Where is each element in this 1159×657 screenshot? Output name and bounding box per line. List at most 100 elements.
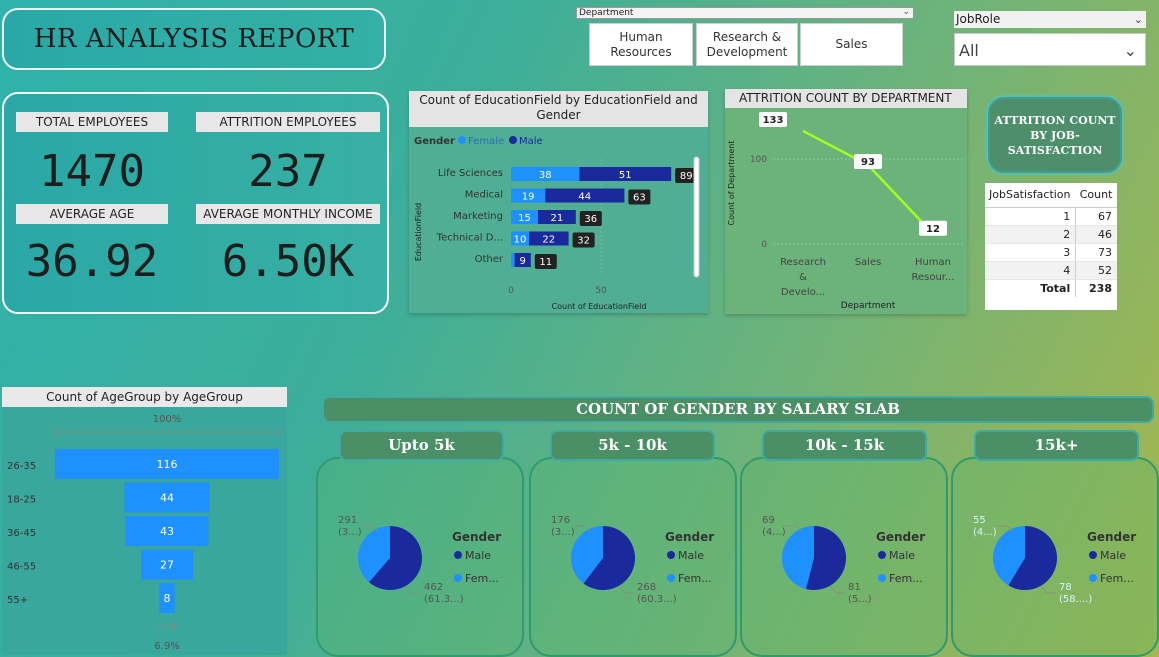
salary-pie-chart: 69(4...) 81(5...) Gender Male Fem... [762, 515, 925, 605]
legend-title: Gender [1087, 530, 1136, 544]
female-count-label: 291 [338, 515, 357, 526]
age-chart-plot: 100% 26-35 116 18-25 44 36-45 43 46-55 27 55+ 8 6.9… [7, 414, 280, 652]
table-total-value: 238 [1075, 278, 1117, 297]
table-cell: 73 [1075, 243, 1117, 262]
table-row: 4 52 [985, 261, 1117, 280]
attrition-employees-value: 237 [248, 146, 328, 197]
job-satisfaction-table: JobSatisfaction Count 1 67 2 46 3 73 4 52 To… [985, 183, 1117, 310]
data-label: 44 [578, 192, 591, 203]
department-option-rnd[interactable]: Research & Development [696, 23, 798, 66]
bottom-percent: 6.9% [154, 641, 179, 652]
legend-female: Fem... [678, 572, 712, 585]
data-label: 10 [514, 235, 527, 246]
attrition-employees-label: ATTRITION EMPLOYEES [196, 112, 380, 132]
total-label: 36 [584, 214, 597, 225]
kpi-card: TOTAL EMPLOYEES 1470 ATTRITION EMPLOYEES… [2, 92, 389, 314]
legend-male: Male [1100, 549, 1126, 562]
table-cell: 67 [1075, 207, 1117, 226]
legend-male: Male [519, 136, 543, 147]
salary-slab-tab[interactable]: 10k - 15k [762, 430, 927, 461]
male-count-label: 81 [848, 582, 861, 593]
funnel-value: 27 [160, 559, 174, 572]
legend-male-swatch [667, 551, 675, 559]
legend-female-swatch [1089, 574, 1097, 582]
y-tick: 100 [750, 155, 767, 165]
female-count-label: 176 [551, 515, 570, 526]
category-label: Other [475, 254, 504, 265]
x-tick: & [799, 272, 807, 283]
x-axis-label: Department [841, 301, 896, 311]
x-tick: 50 [595, 286, 607, 296]
chevron-down-icon[interactable]: ⌄ [1134, 11, 1143, 28]
salary-slab-card: 69 (4...) 81 (5...) Gender Male Fem... [740, 457, 948, 657]
legend-male-swatch [1089, 551, 1097, 559]
data-label: 21 [551, 213, 564, 224]
series-line [802, 129, 934, 235]
age-chart-title: Count of AgeGroup by AgeGroup [2, 387, 287, 407]
table-cell: 52 [1075, 261, 1117, 280]
scrollbar [693, 156, 700, 278]
x-tick: Research [780, 257, 826, 268]
chevron-down-icon[interactable]: ⌄ [902, 7, 910, 17]
male-count-label: 462 [424, 582, 443, 593]
table-total-label: Total [985, 278, 1077, 297]
department-slicer-header[interactable]: Department ⌄ [576, 7, 914, 19]
male-count-label: 78 [1059, 582, 1072, 593]
col-jobsatisfaction: JobSatisfaction [985, 183, 1076, 208]
x-tick: Resour... [911, 272, 954, 283]
department-option-hr[interactable]: Human Resources [589, 23, 693, 66]
salary-slab-tab[interactable]: 15k+ [974, 430, 1139, 461]
male-pct-label: (60.3...) [637, 594, 677, 605]
funnel-value: 44 [160, 492, 174, 505]
education-chart-plot: Gender Female Male EducationField Life Scien… [414, 136, 700, 311]
category-label: Life Sciences [438, 168, 503, 179]
total-label: 11 [539, 257, 552, 268]
job-satisfaction-button[interactable]: ATTRITION COUNT BY JOB-SATISFACTION [988, 97, 1122, 173]
legend-female: Female [468, 136, 504, 147]
attrition-by-department-chart[interactable]: ATTRITION COUNT BY DEPARTMENT Count of D… [725, 89, 967, 314]
education-chart-title: Count of EducationField by EducationFiel… [409, 91, 708, 127]
data-label: 51 [619, 170, 632, 181]
funnel-category: 55+ [7, 595, 28, 606]
jobrole-slicer-label: JobRole [956, 12, 1001, 26]
funnel-category: 18-25 [7, 495, 36, 506]
legend-male: Male [465, 549, 491, 562]
table-row: 2 46 [985, 225, 1117, 244]
total-employees-value: 1470 [39, 146, 145, 197]
leader-line [829, 585, 844, 594]
female-pct-label: (3...) [338, 527, 362, 538]
data-label: 38 [539, 170, 552, 181]
table-row: 1 67 [985, 207, 1117, 226]
chevron-down-icon[interactable]: ⌄ [1124, 34, 1137, 67]
jobrole-dropdown[interactable]: All ⌄ [954, 33, 1146, 66]
x-tick: 0 [508, 286, 514, 296]
salary-slab-tab[interactable]: Upto 5k [339, 430, 504, 461]
attrition-dept-title: ATTRITION COUNT BY DEPARTMENT [725, 89, 967, 108]
department-option-sales[interactable]: Sales [800, 23, 903, 66]
education-field-chart[interactable]: Count of EducationField by EducationFiel… [409, 91, 708, 313]
x-tick: Develo... [781, 287, 825, 298]
col-count: Count [1075, 183, 1117, 208]
average-income-label: AVERAGE MONTHLY INCOME [196, 204, 380, 224]
total-label: 32 [577, 236, 590, 247]
male-pct-label: (58....) [1059, 594, 1092, 605]
funnel-category: 26-35 [7, 461, 36, 472]
legend-male: Male [889, 549, 915, 562]
age-group-chart[interactable]: Count of AgeGroup by AgeGroup 100% 26-35 1… [2, 387, 287, 655]
bar-female [511, 253, 515, 267]
funnel-value: 116 [157, 458, 178, 471]
salary-slab-tab[interactable]: 5k - 10k [550, 430, 715, 461]
jobrole-slicer-header[interactable]: JobRole ⌄ [954, 11, 1146, 28]
table-cell: 4 [985, 261, 1077, 280]
data-label: 9 [520, 256, 526, 267]
table-row: 3 73 [985, 243, 1117, 262]
y-axis-label: EducationField [414, 203, 423, 261]
data-label: 15 [518, 213, 531, 224]
female-count-label: 55 [973, 515, 986, 526]
total-label: 89 [680, 171, 693, 182]
average-income-value: 6.50K [221, 236, 355, 287]
department-slicer-label: Department [579, 8, 634, 18]
salary-slab-title: COUNT OF GENDER BY SALARY SLAB [322, 396, 1154, 423]
male-count-label: 268 [637, 582, 656, 593]
legend-male: Male [678, 549, 704, 562]
